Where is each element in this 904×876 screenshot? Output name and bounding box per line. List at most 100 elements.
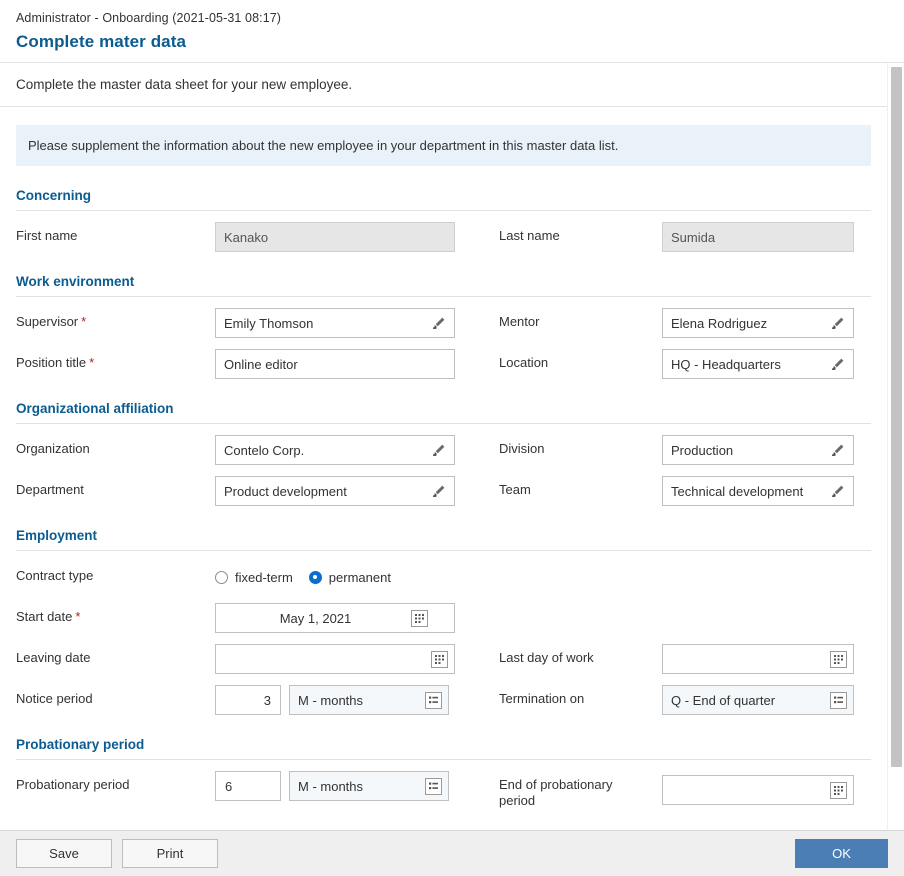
pencil-icon[interactable] — [829, 355, 847, 373]
last-day-of-work-input[interactable] — [662, 644, 854, 674]
section-title-probationary-period: Probationary period — [16, 737, 871, 760]
label-division: Division — [499, 441, 545, 456]
info-message-strip: Please supplement the information about … — [16, 125, 871, 166]
form-row-notice-period: Notice period 3 M - months Termination o… — [16, 685, 871, 715]
field-group-termination-on: Termination on Q - End of quarter — [499, 685, 854, 715]
section-title-organizational-affiliation: Organizational affiliation — [16, 401, 871, 424]
scroll-content: Complete the master data sheet for your … — [0, 63, 887, 830]
field-group-location: Location HQ - Headquarters — [499, 349, 854, 379]
label-line-2: period — [499, 793, 536, 808]
location-input[interactable]: HQ - Headquarters — [662, 349, 854, 379]
field-group-division: Division Production — [499, 435, 854, 465]
pencil-icon[interactable] — [829, 482, 847, 500]
form-row-probationary-period: Probationary period 6 M - months End of … — [16, 771, 871, 809]
organization-value: Contelo Corp. — [224, 442, 305, 458]
field-group-start-date: Start date * May 1, 2021 — [16, 603, 499, 633]
termination-on-select[interactable]: Q - End of quarter — [662, 685, 854, 715]
vertical-scrollbar[interactable] — [887, 63, 904, 830]
radio-option-permanent[interactable]: permanent — [308, 569, 391, 585]
team-input[interactable]: Technical development — [662, 476, 854, 506]
print-button[interactable]: Print — [122, 839, 218, 868]
label-end-of-probationary-period: End of probationary period — [499, 771, 662, 809]
label-supervisor: Supervisor * — [16, 308, 215, 330]
list-icon[interactable] — [425, 691, 442, 709]
content-area: Complete the master data sheet for your … — [0, 62, 904, 830]
section-title-concerning: Concerning — [16, 188, 871, 211]
radio-option-fixed-term[interactable]: fixed-term — [215, 570, 293, 585]
probationary-period-input[interactable]: 6 — [215, 771, 281, 801]
form-subtitle: Complete the master data sheet for your … — [0, 63, 887, 107]
field-group-last-name: Last name Sumida — [499, 222, 854, 252]
list-icon[interactable] — [830, 691, 847, 709]
radio-label: permanent — [328, 569, 391, 585]
field-group-team: Team Technical development — [499, 476, 854, 506]
first-name-value: Kanako — [224, 229, 269, 245]
pencil-icon[interactable] — [430, 314, 448, 332]
list-icon[interactable] — [425, 777, 442, 795]
calendar-icon[interactable] — [431, 650, 448, 668]
probationary-period-value: 6 — [225, 778, 233, 794]
label-position-title: Position title * — [16, 349, 215, 371]
field-group-leaving-date: Leaving date — [16, 644, 499, 674]
calendar-icon[interactable] — [830, 781, 847, 799]
radio-button[interactable] — [308, 570, 322, 584]
notice-period-value: 3 — [263, 692, 271, 708]
label-contract-type: Contract type — [16, 568, 94, 583]
field-group-first-name: First name Kanako — [16, 222, 499, 252]
calendar-icon[interactable] — [830, 650, 847, 668]
leaving-date-input[interactable] — [215, 644, 455, 674]
scrollbar-thumb[interactable] — [891, 67, 902, 767]
department-input[interactable]: Product development — [215, 476, 455, 506]
notice-period-input[interactable]: 3 — [215, 685, 281, 715]
mentor-value: Elena Rodriguez — [671, 315, 768, 331]
last-name-input: Sumida — [662, 222, 854, 252]
position-title-value: Online editor — [224, 356, 298, 372]
mentor-input[interactable]: Elena Rodriguez — [662, 308, 854, 338]
organization-input[interactable]: Contelo Corp. — [215, 435, 455, 465]
label-last-day-of-work: Last day of work — [499, 650, 594, 665]
field-group-probationary-period: Probationary period 6 M - months — [16, 771, 499, 801]
notice-period-unit-value: M - months — [298, 692, 364, 708]
label-start-date: Start date * — [16, 603, 215, 625]
field-group-department: Department Product development — [16, 476, 499, 506]
radio-button[interactable] — [215, 570, 228, 584]
form-row-start-date: Start date * May 1, 2021 — [16, 603, 871, 633]
pencil-icon[interactable] — [430, 482, 448, 500]
probationary-period-unit-select[interactable]: M - months — [289, 771, 449, 801]
label-start-date-text: Start date — [16, 609, 73, 624]
ok-button[interactable]: OK — [795, 839, 888, 868]
start-date-input[interactable]: May 1, 2021 — [215, 603, 455, 633]
breadcrumb: Administrator - Onboarding (2021-05-31 0… — [16, 11, 282, 25]
onboarding-form-window: Administrator - Onboarding (2021-05-31 0… — [0, 0, 904, 876]
required-marker: * — [89, 355, 95, 370]
field-group-end-of-probationary-period: End of probationary period — [499, 771, 854, 809]
label-first-name: First name — [16, 228, 78, 243]
team-value: Technical development — [671, 483, 804, 499]
form-row-organization-division: Organization Contelo Corp. Division Prod… — [16, 435, 871, 465]
label-supervisor-text: Supervisor — [16, 314, 79, 329]
page-title: Complete mater data — [16, 32, 187, 51]
label-organization: Organization — [16, 441, 90, 456]
required-marker: * — [75, 609, 81, 624]
form-row-position-location: Position title * Online editor Location H… — [16, 349, 871, 379]
location-value: HQ - Headquarters — [671, 356, 781, 372]
page-header: Administrator - Onboarding (2021-05-31 0… — [0, 0, 904, 62]
pencil-icon[interactable] — [430, 441, 448, 459]
label-termination-on: Termination on — [499, 691, 585, 706]
pencil-icon[interactable] — [829, 314, 847, 332]
save-button[interactable]: Save — [16, 839, 112, 868]
label-line-1: End of probationary — [499, 777, 613, 792]
label-mentor: Mentor — [499, 314, 540, 329]
end-of-probationary-period-input[interactable] — [662, 775, 854, 805]
form-row-department-team: Department Product development Team Tech… — [16, 476, 871, 506]
field-group-notice-period: Notice period 3 M - months — [16, 685, 499, 715]
supervisor-input[interactable]: Emily Thomson — [215, 308, 455, 338]
division-input[interactable]: Production — [662, 435, 854, 465]
form-row-names: First name Kanako Last name Sumida — [16, 222, 871, 252]
notice-period-unit-select[interactable]: M - months — [289, 685, 449, 715]
pencil-icon[interactable] — [829, 441, 847, 459]
position-title-input[interactable]: Online editor — [215, 349, 455, 379]
calendar-icon[interactable] — [411, 609, 428, 627]
termination-on-value: Q - End of quarter — [671, 692, 776, 708]
label-leaving-date: Leaving date — [16, 650, 91, 665]
